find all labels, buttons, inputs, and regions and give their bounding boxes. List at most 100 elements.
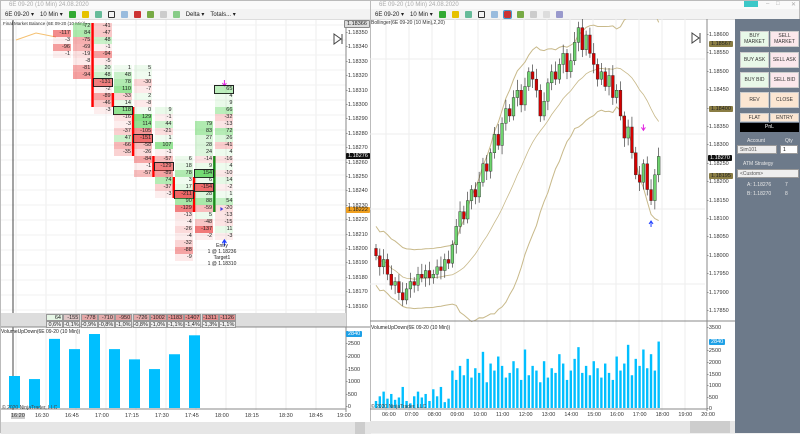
templates-icon[interactable] <box>529 10 537 18</box>
volume-bar <box>569 370 573 408</box>
reverse-button[interactable]: REV <box>740 92 769 108</box>
sell-market-button[interactable]: SELL MARKET <box>770 31 799 47</box>
down-candle <box>534 78 539 91</box>
minimize-button[interactable]: – <box>766 1 769 7</box>
volume-bar <box>596 368 599 408</box>
close-position-button[interactable]: CLOSE <box>770 92 799 108</box>
down-candle <box>645 163 649 190</box>
volume-bar <box>435 396 439 408</box>
crosshair-icon[interactable] <box>477 10 485 18</box>
buy-market-button[interactable]: BUY MARKET <box>740 31 769 47</box>
up-candle <box>477 181 481 198</box>
time-tick: 16:45 <box>65 413 79 419</box>
right-horizontal-scrollbar[interactable] <box>370 421 735 433</box>
entry-button[interactable]: ENTRY <box>770 113 799 122</box>
price-tick: -1.18310 <box>346 87 368 94</box>
properties2-icon[interactable] <box>555 10 563 18</box>
band-price-label: 1.18195 <box>709 173 733 179</box>
instrument-selector[interactable]: 6E 09-20 ▾ <box>375 11 404 18</box>
down-candle <box>446 259 451 264</box>
crosshair-icon[interactable] <box>107 10 115 18</box>
up-candle <box>492 134 497 153</box>
strategy-icon[interactable] <box>464 10 472 18</box>
down-candle <box>496 134 500 146</box>
time-tick: 17:15 <box>125 413 139 419</box>
footprint-cell: -20 <box>215 205 234 212</box>
delta-percent-cell: -1,4% <box>184 321 202 328</box>
sell-ask-button[interactable]: SELL ASK <box>770 52 799 68</box>
price-tick: -1.18550 <box>707 50 729 57</box>
down-candle <box>565 53 569 73</box>
chart-trader-icon[interactable] <box>133 10 141 18</box>
up-candle <box>527 71 531 87</box>
strategy-icon[interactable] <box>94 10 102 18</box>
left-scroll-thumb[interactable] <box>355 422 365 434</box>
volume-bar <box>458 365 462 408</box>
left-price-axis[interactable]: -1.18350 -1.18340 -1.18330 -1.18320 -1.18310… <box>346 1 371 321</box>
up-candle <box>615 89 619 98</box>
interval-selector[interactable]: 10 Min ▾ <box>410 11 433 18</box>
footprint-cell: 107 <box>154 142 173 149</box>
delta-total-cell: -155 <box>63 314 81 321</box>
footprint-cell: -57 <box>134 170 153 177</box>
price-tick: -1.18150 <box>707 197 729 204</box>
properties-icon[interactable] <box>542 10 550 18</box>
window-active-button[interactable] <box>744 1 758 7</box>
maximize-button[interactable]: □ <box>776 1 780 7</box>
scroll-to-end-icon <box>333 33 343 45</box>
properties-icon[interactable] <box>172 10 180 18</box>
right-copyright: © 2020 NinjaTrader, LLC <box>371 404 427 410</box>
price-chart[interactable] <box>370 19 735 433</box>
qty-input[interactable]: 1 <box>780 145 798 154</box>
footprint-cell: -96 <box>53 44 71 51</box>
totals-selector[interactable]: Totals... ▾ <box>210 11 235 18</box>
up-candle <box>416 273 420 286</box>
time-tick: 12:00 <box>518 412 533 418</box>
interval-selector[interactable]: 10 Min ▾ <box>40 11 63 18</box>
sell-bid-button[interactable]: SELL BID <box>770 72 799 88</box>
up-candle <box>599 71 603 80</box>
indicators-icon[interactable] <box>516 10 524 18</box>
pencil-icon[interactable] <box>81 10 89 18</box>
price-tick: -1.17900 <box>707 289 729 296</box>
close-button[interactable]: ✕ <box>791 1 796 8</box>
volume-bar <box>558 354 561 408</box>
price-tick: -1.18200 <box>707 179 729 186</box>
flat-button[interactable]: FLAT <box>740 113 769 122</box>
bar-type-icon[interactable] <box>68 10 76 18</box>
atm-strategy-select[interactable]: <Custom> <box>737 169 799 178</box>
left-horizontal-scrollbar[interactable] <box>1 422 371 434</box>
price-tick: -1.18190 <box>346 260 368 267</box>
price-tick: -1.18180 <box>346 274 368 281</box>
time-tick: 17:00 <box>632 412 647 418</box>
volume-bar <box>619 370 622 408</box>
time-tick: 17:00 <box>95 413 109 419</box>
footprint-cell: -3 <box>154 191 173 198</box>
footprint-cell: -13 <box>215 212 234 219</box>
volume-bar <box>588 375 592 408</box>
down-candle <box>618 89 623 117</box>
pencil-icon[interactable] <box>451 10 459 18</box>
indicators-icon[interactable] <box>146 10 154 18</box>
footprint-cell: -8 <box>73 58 92 65</box>
volume-bar <box>493 370 496 408</box>
up-candle <box>488 152 493 172</box>
footprint-cell: -3 <box>93 107 112 114</box>
footprint-cell: -1 <box>53 51 71 58</box>
volume-bar <box>539 382 542 408</box>
volume-bar <box>439 386 443 408</box>
zoom-icon[interactable] <box>120 10 128 18</box>
delta-selector[interactable]: Delta ▾ <box>186 11 205 18</box>
instrument-selector[interactable]: 6E 09-20 ▾ <box>5 11 34 18</box>
zoom-icon[interactable] <box>490 10 498 18</box>
footprint-cell: 78 <box>113 79 132 86</box>
bar-type-icon[interactable] <box>438 10 446 18</box>
templates-icon[interactable] <box>159 10 167 18</box>
buy-ask-button[interactable]: BUY ASK <box>740 52 769 68</box>
footprint-cell: -81 <box>73 65 92 72</box>
right-scroll-thumb[interactable] <box>690 421 730 433</box>
account-select[interactable]: Sim101 <box>737 145 777 154</box>
buy-bid-button[interactable]: BUY BID <box>740 72 769 88</box>
footprint-cell: 3 <box>174 177 193 184</box>
chart-trader-icon[interactable] <box>502 9 512 19</box>
